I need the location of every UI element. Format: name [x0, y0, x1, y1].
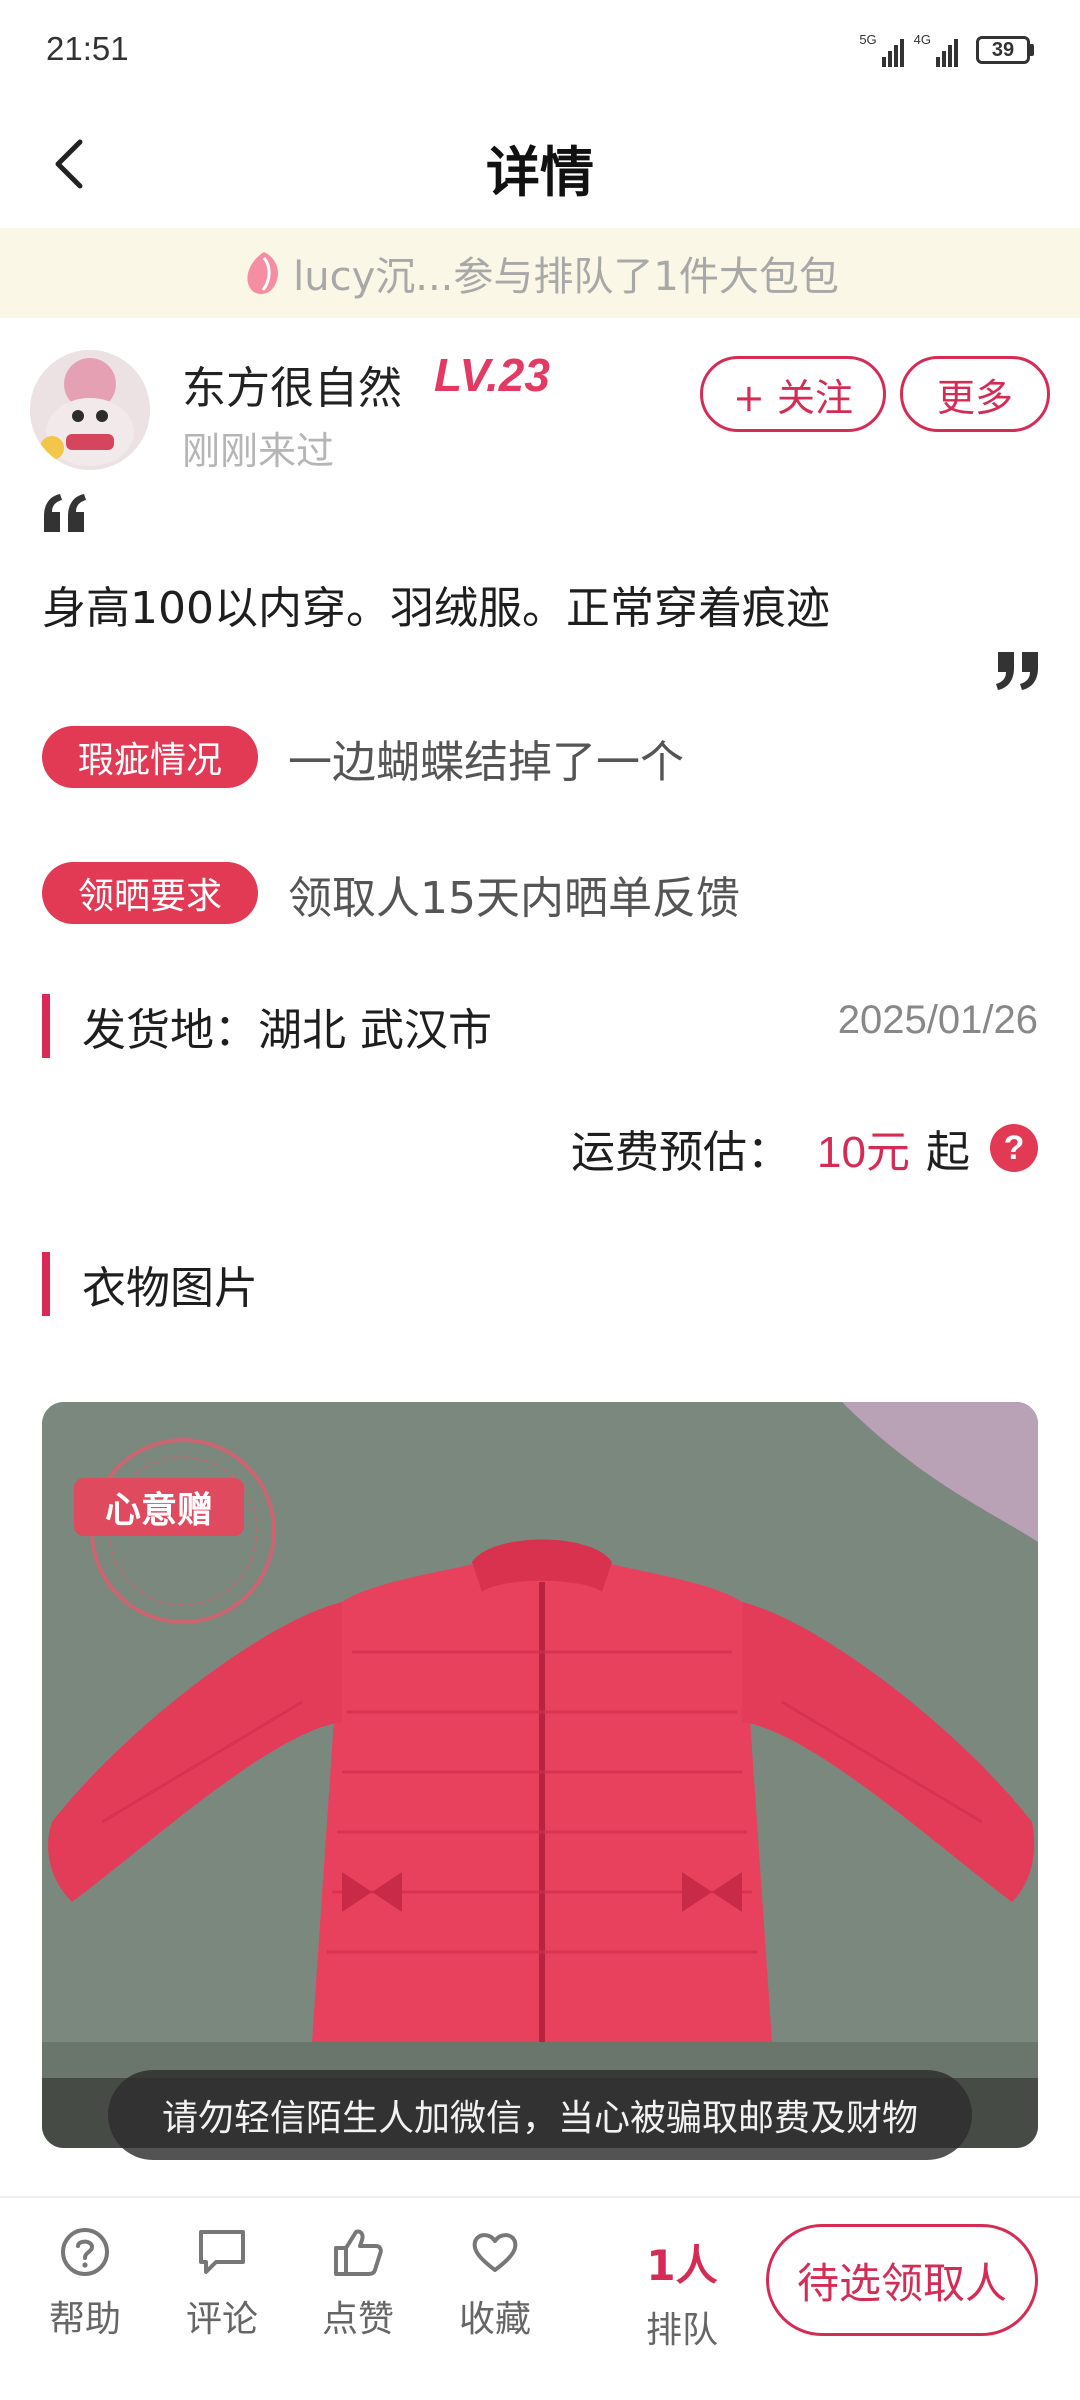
- favorite-label: 收藏: [458, 2299, 531, 2340]
- shipping-label: 运费预估：: [571, 1127, 792, 1178]
- ship-from-location: 发货地：湖北 武汉市: [82, 1005, 492, 1056]
- select-claimant-button[interactable]: 待选领取人: [766, 2224, 1038, 2336]
- section-accent-bar: [42, 994, 50, 1058]
- avatar-image: [30, 350, 150, 470]
- photos-section-title: 衣物图片: [82, 1263, 258, 1314]
- battery-icon: 39: [976, 36, 1034, 64]
- bottom-action-bar: 帮助 评论 点赞 收藏 1人 排队 待选领取人: [0, 2196, 1080, 2400]
- scam-warning-toast: 请勿轻信陌生人加微信，当心被骗取邮费及财物: [108, 2070, 972, 2160]
- gift-stamp-label: 心意赠: [74, 1478, 244, 1536]
- follow-button[interactable]: + 关注: [700, 356, 886, 432]
- status-icons: 5G 4G 39: [859, 32, 1034, 68]
- queue-counter[interactable]: 1人 排队: [622, 2232, 742, 2353]
- open-quote-icon: [44, 494, 86, 532]
- comment-icon: [199, 2230, 245, 2274]
- queue-notice-banner: lucy沉...参与排队了1件大包包: [0, 228, 1080, 318]
- close-quote-icon: [996, 652, 1038, 690]
- shipping-suffix: 起: [926, 1127, 970, 1178]
- question-icon[interactable]: ?: [990, 1124, 1038, 1172]
- thumbs-up-icon: [334, 2229, 383, 2276]
- status-time: 21:51: [46, 30, 129, 67]
- heart-icon: [472, 2233, 518, 2272]
- more-button[interactable]: 更多: [900, 356, 1050, 432]
- comment-button[interactable]: 评论: [167, 2226, 277, 2342]
- help-icon: [61, 2228, 109, 2276]
- section-accent-bar: [42, 1252, 50, 1316]
- status-bar: 21:51 5G 4G 39: [0, 0, 1080, 100]
- requirement-value: 领取人15天内晒单反馈: [288, 873, 740, 924]
- item-photo[interactable]: 心意赠: [42, 1402, 1038, 2148]
- item-description: 身高100以内穿。羽绒服。正常穿着痕迹: [42, 583, 830, 634]
- post-date: 2025/01/26: [837, 998, 1038, 1042]
- top-nav: 详情: [0, 100, 1080, 228]
- help-button[interactable]: 帮助: [30, 2226, 140, 2342]
- user-level-badge: LV.23: [434, 349, 550, 401]
- queue-count: 1人: [646, 2241, 718, 2290]
- requirement-tag: 领晒要求: [42, 862, 258, 924]
- comment-label: 评论: [185, 2299, 258, 2340]
- favorite-button[interactable]: 收藏: [440, 2226, 550, 2342]
- shipping-estimate: 运费预估： 10元 起 ?: [571, 1116, 1038, 1180]
- queue-label: 排队: [645, 2310, 718, 2351]
- help-label: 帮助: [48, 2299, 121, 2340]
- like-button[interactable]: 点赞: [303, 2226, 413, 2342]
- defect-value: 一边蝴蝶结掉了一个: [288, 737, 684, 788]
- signal-5g-icon: 5G: [859, 33, 904, 67]
- signal-4g-icon: 4G: [914, 33, 958, 67]
- shipping-price: 10元: [817, 1128, 910, 1177]
- notice-text: lucy沉...参与排队了1件大包包: [293, 254, 839, 300]
- defect-tag: 瑕疵情况: [42, 726, 258, 788]
- flower-icon: [247, 252, 279, 294]
- user-name[interactable]: 东方很自然: [182, 352, 402, 416]
- like-label: 点赞: [321, 2299, 394, 2340]
- last-seen-text: 刚刚来过: [182, 429, 335, 473]
- page-title: 详情: [486, 141, 594, 204]
- avatar[interactable]: [30, 350, 150, 470]
